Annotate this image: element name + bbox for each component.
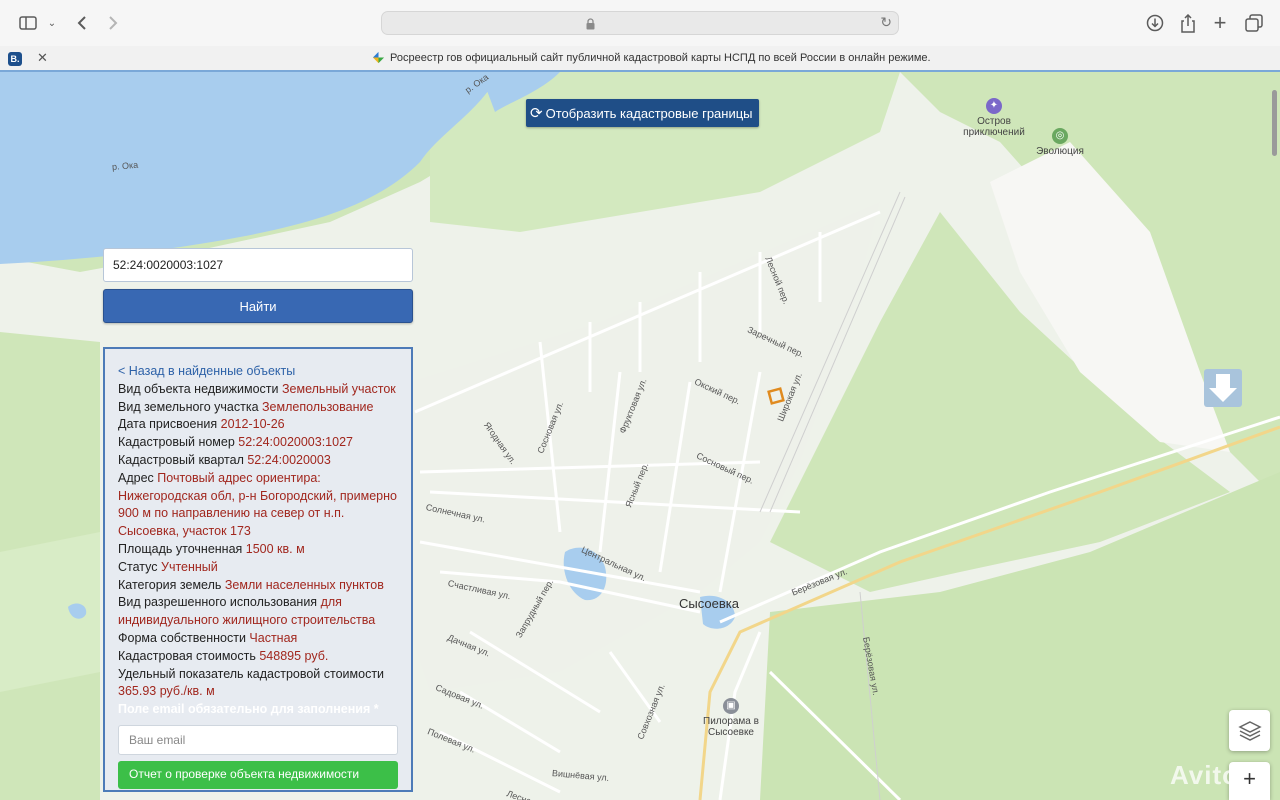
poi-ostrov[interactable]: ✦ Остров приключений bbox=[950, 98, 1038, 138]
share-icon[interactable] bbox=[1176, 11, 1200, 35]
address-bar[interactable]: ↻ bbox=[381, 11, 899, 35]
email-required-label: Поле email обязательно для заполнения * bbox=[118, 702, 379, 717]
info-row: Кадастровая стоимость 548895 руб. bbox=[118, 648, 329, 663]
refresh-icon: ⟳ bbox=[530, 105, 543, 122]
chevron-down-icon[interactable]: ⌄ bbox=[40, 11, 64, 35]
tab-favicon[interactable]: B. bbox=[8, 52, 22, 66]
forward-arrow-icon[interactable] bbox=[101, 11, 125, 35]
close-tab-icon[interactable]: ✕ bbox=[37, 50, 48, 66]
lock-icon bbox=[586, 17, 595, 35]
info-row: Категория земель Земли населенных пункто… bbox=[118, 577, 384, 592]
layers-button[interactable] bbox=[1229, 710, 1270, 751]
scrollbar[interactable] bbox=[1272, 90, 1277, 156]
layers-icon bbox=[1237, 720, 1262, 741]
report-button[interactable]: Отчет о проверке объекта недвижимости bbox=[118, 760, 398, 789]
info-row: Удельный показатель кадастровой стоимост… bbox=[118, 666, 385, 699]
info-row: Площадь уточненная 1500 кв. м bbox=[118, 541, 305, 556]
email-input[interactable]: Ваш email bbox=[118, 724, 398, 755]
rosreestr-logo-icon bbox=[372, 51, 385, 64]
browser-toolbar: ⌄ ↻ + bbox=[0, 0, 1280, 46]
new-tab-icon[interactable]: + bbox=[1208, 10, 1232, 35]
info-row: Вид земельного участка Землепользование bbox=[118, 399, 374, 414]
factory-icon: ▣ bbox=[723, 698, 739, 714]
tab-title: Росреестр гов официальный сайт публичной… bbox=[390, 51, 931, 64]
download-icon[interactable] bbox=[1143, 11, 1167, 35]
poi-evolution[interactable]: ◎ Эволюция bbox=[1030, 128, 1090, 157]
sidebar-toggle-icon[interactable] bbox=[16, 11, 40, 35]
down-arrow-icon[interactable] bbox=[1204, 369, 1242, 407]
info-row: Вид объекта недвижимости Земельный участ… bbox=[118, 381, 396, 396]
avito-watermark: Avito bbox=[1170, 760, 1240, 790]
info-row: Кадастровый номер 52:24:0020003:1027 bbox=[118, 435, 353, 450]
place-sysoevka: Сысоевка bbox=[679, 596, 739, 611]
info-row: Вид разрешенного использования для индив… bbox=[118, 595, 376, 628]
show-cadastral-borders-button[interactable]: ⟳ Отобразить кадастровые границы bbox=[526, 99, 759, 127]
park-icon: ◎ bbox=[1052, 128, 1068, 144]
active-tab[interactable]: Росреестр гов официальный сайт публичной… bbox=[372, 51, 931, 64]
cadastral-number-input[interactable] bbox=[103, 248, 413, 282]
reload-icon[interactable]: ↻ bbox=[880, 14, 892, 31]
info-row: Статус Учтенный bbox=[118, 559, 218, 574]
find-button[interactable]: Найти bbox=[103, 289, 413, 323]
poi-pilorama[interactable]: ▣ Пилорама в Сысоевке bbox=[696, 698, 766, 738]
amusement-icon: ✦ bbox=[986, 98, 1002, 114]
info-row: Кадастровый квартал 52:24:0020003 bbox=[118, 452, 331, 467]
cadastral-map[interactable]: р. Ока р. Ока Лесной пер. Заречный пер. … bbox=[0, 72, 1280, 800]
back-arrow-icon[interactable] bbox=[70, 11, 94, 35]
info-row: Форма собственности Частная bbox=[118, 630, 298, 645]
tab-bar: B. ✕ Росреестр гов официальный сайт публ… bbox=[0, 46, 1280, 72]
back-to-results-link[interactable]: < Назад в найденные объекты bbox=[118, 363, 399, 381]
object-info-panel: < Назад в найденные объекты Вид объекта … bbox=[103, 347, 413, 792]
info-row: Адрес Почтовый адрес ориентира: Нижегоро… bbox=[118, 470, 397, 539]
info-row: Дата присвоения 2012-10-26 bbox=[118, 417, 285, 432]
tabs-overview-icon[interactable] bbox=[1242, 11, 1266, 35]
